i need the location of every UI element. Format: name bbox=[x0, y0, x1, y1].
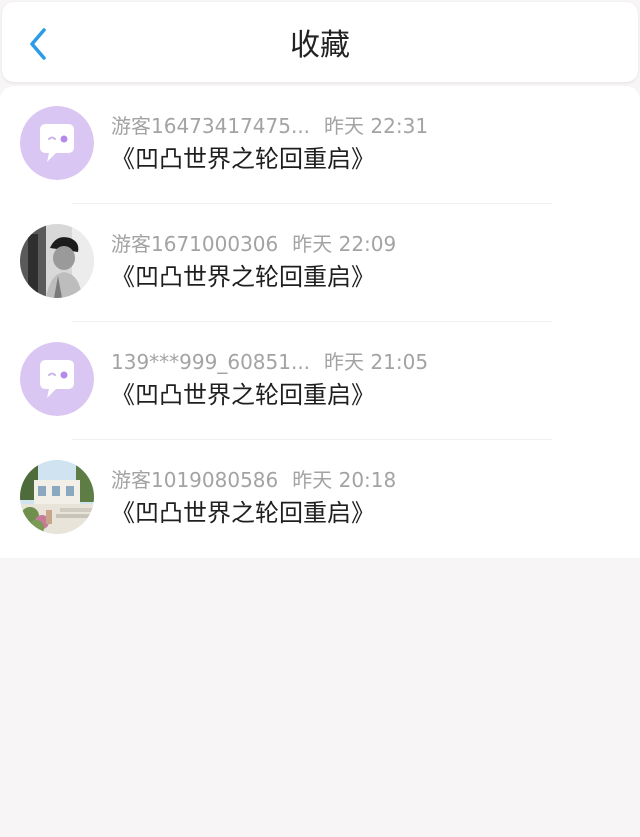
timestamp: 昨天 21:05 bbox=[324, 350, 429, 374]
navigation-bar: 收藏 bbox=[2, 2, 638, 82]
item-meta: 游客16473417475... 昨天 22:31 bbox=[111, 112, 428, 140]
avatar[interactable] bbox=[20, 224, 94, 298]
favorites-list: 游客16473417475... 昨天 22:31 《凹凸世界之轮回重启》 游客… bbox=[0, 86, 640, 558]
chat-bubble-avatar-icon bbox=[20, 342, 94, 416]
favorite-item[interactable]: 139***999_60851... 昨天 21:05 《凹凸世界之轮回重启》 bbox=[0, 322, 640, 440]
avatar[interactable] bbox=[20, 342, 94, 416]
timestamp: 昨天 20:18 bbox=[292, 468, 397, 492]
favorite-item[interactable]: 游客1019080586 昨天 20:18 《凹凸世界之轮回重启》 bbox=[0, 440, 640, 558]
garden-photo-icon bbox=[20, 460, 94, 534]
favorites-page: 收藏 游客16473417475... 昨天 22:31 《凹凸世界之轮回重启》 bbox=[0, 0, 640, 837]
item-title: 《凹凸世界之轮回重启》 bbox=[111, 145, 375, 173]
favorite-item[interactable]: 游客16473417475... 昨天 22:31 《凹凸世界之轮回重启》 bbox=[0, 86, 640, 204]
favorite-item[interactable]: 游客1671000306 昨天 22:09 《凹凸世界之轮回重启》 bbox=[0, 204, 640, 322]
avatar[interactable] bbox=[20, 106, 94, 180]
page-title: 收藏 bbox=[290, 28, 350, 63]
avatar[interactable] bbox=[20, 460, 94, 534]
item-meta: 139***999_60851... 昨天 21:05 bbox=[111, 348, 428, 376]
username: 139***999_60851... bbox=[111, 350, 311, 374]
username: 游客1019080586 bbox=[111, 468, 279, 492]
timestamp: 昨天 22:31 bbox=[324, 114, 429, 138]
chat-bubble-avatar-icon bbox=[20, 106, 94, 180]
item-title: 《凹凸世界之轮回重启》 bbox=[111, 381, 375, 409]
item-meta: 游客1019080586 昨天 20:18 bbox=[111, 466, 396, 494]
username: 游客16473417475... bbox=[111, 114, 311, 138]
person-photo-icon bbox=[20, 224, 94, 298]
item-title: 《凹凸世界之轮回重启》 bbox=[111, 499, 375, 527]
username: 游客1671000306 bbox=[111, 232, 279, 256]
timestamp: 昨天 22:09 bbox=[292, 232, 397, 256]
item-meta: 游客1671000306 昨天 22:09 bbox=[111, 230, 396, 258]
item-title: 《凹凸世界之轮回重启》 bbox=[111, 263, 375, 291]
